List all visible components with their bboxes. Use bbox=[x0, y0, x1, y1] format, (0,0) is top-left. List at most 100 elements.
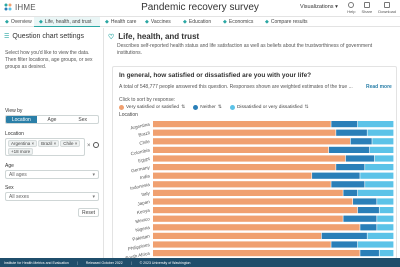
footer-org[interactable]: Institute for Health Metrics and Evaluat… bbox=[4, 261, 69, 265]
settings-help-text: Select how you'd like to view the data. … bbox=[5, 50, 93, 70]
bar-segment[interactable] bbox=[357, 121, 394, 128]
education-icon: ◆ bbox=[183, 19, 187, 25]
legend-item[interactable]: Neither ⇅ bbox=[193, 104, 222, 110]
settings-panel: ☰ Question chart settings Select how you… bbox=[0, 28, 104, 258]
visualizations-menu[interactable]: Visualizations ▾ bbox=[300, 4, 338, 10]
bar-segment[interactable] bbox=[153, 232, 322, 239]
tab-compare-results[interactable]: ◆ Compare results bbox=[260, 17, 318, 27]
tab-label: Overview bbox=[10, 19, 32, 25]
ihme-logo[interactable]: IHME bbox=[4, 3, 36, 12]
location-chip[interactable]: Argentina × bbox=[8, 140, 38, 147]
economics-icon: ◆ bbox=[223, 19, 227, 25]
bar-segment[interactable] bbox=[379, 207, 394, 214]
bar-segment[interactable] bbox=[365, 181, 394, 188]
bar-segment[interactable] bbox=[345, 155, 375, 162]
tab-life-health-and-trust[interactable]: ◆ Life, health, and trust bbox=[34, 17, 100, 27]
bar-segment[interactable] bbox=[374, 155, 394, 162]
bar-segment[interactable] bbox=[153, 224, 360, 231]
gear-icon[interactable] bbox=[93, 142, 99, 148]
location-chip[interactable]: Brazil × bbox=[38, 140, 60, 147]
legend-item[interactable]: Very satisfied or satisfied ⇅ bbox=[119, 104, 185, 110]
category-label: Germany bbox=[131, 165, 151, 174]
sex-select[interactable]: All sexes ▾ bbox=[5, 192, 99, 201]
bar-segment[interactable] bbox=[350, 138, 372, 145]
bar-segment[interactable] bbox=[367, 129, 394, 136]
bar-segment[interactable] bbox=[153, 121, 331, 128]
bar-segment[interactable] bbox=[153, 129, 336, 136]
bar-segment[interactable] bbox=[343, 189, 358, 196]
location-chip[interactable]: +18 more bbox=[8, 148, 34, 155]
bar-segment[interactable] bbox=[331, 181, 365, 188]
category-label: Argentina bbox=[130, 122, 151, 131]
bar-segment[interactable] bbox=[153, 189, 343, 196]
bar-segment[interactable] bbox=[153, 250, 360, 257]
sex-label: Sex bbox=[5, 185, 14, 191]
bar-segment[interactable] bbox=[353, 198, 377, 205]
share-button[interactable]: Share bbox=[362, 2, 372, 14]
age-select[interactable]: All ages ▾ bbox=[5, 170, 99, 179]
page-footer: Institute for Health Metrics and Evaluat… bbox=[0, 258, 400, 267]
sort-arrows-icon[interactable]: ⇅ bbox=[181, 104, 185, 110]
bar-segment[interactable] bbox=[372, 138, 394, 145]
sort-arrows-icon[interactable]: ⇅ bbox=[305, 104, 309, 110]
view-by-location[interactable]: Location bbox=[6, 116, 37, 123]
bar-segment[interactable] bbox=[377, 215, 394, 222]
help-button[interactable]: Help bbox=[347, 2, 356, 14]
bar-segment[interactable] bbox=[377, 198, 394, 205]
category-label: Mexico bbox=[135, 216, 151, 224]
bar-segment[interactable] bbox=[328, 146, 370, 153]
header-action-label: Download bbox=[378, 9, 396, 14]
location-select[interactable]: Argentina × Brazil × Chile × +18 more bbox=[5, 138, 85, 156]
tab-economics[interactable]: ◆ Economics bbox=[218, 17, 260, 27]
bar-segment[interactable] bbox=[312, 172, 360, 179]
bar-segment[interactable] bbox=[365, 164, 394, 171]
sex-select-value: All sexes bbox=[9, 193, 30, 200]
read-more-link[interactable]: Read more bbox=[366, 84, 392, 90]
tab-overview[interactable]: ◆ Overview bbox=[0, 17, 34, 27]
bar-segment[interactable] bbox=[153, 164, 336, 171]
chart-legend: Very satisfied or satisfied ⇅ Neither ⇅ Diss… bbox=[119, 104, 309, 110]
bar-segment[interactable] bbox=[153, 146, 329, 153]
download-button[interactable]: Download bbox=[378, 2, 396, 14]
bar-segment[interactable] bbox=[153, 172, 312, 179]
bar-segment[interactable] bbox=[153, 241, 331, 248]
bar-segment[interactable] bbox=[379, 250, 394, 257]
bar-segment[interactable] bbox=[336, 129, 367, 136]
bar-segment[interactable] bbox=[360, 172, 394, 179]
view-by-sex[interactable]: Sex bbox=[67, 116, 98, 123]
tab-label: Life, health, and trust bbox=[44, 18, 92, 25]
tab-education[interactable]: ◆ Education bbox=[178, 17, 218, 27]
clear-locations-icon[interactable]: × bbox=[87, 143, 91, 149]
bar-segment[interactable] bbox=[153, 215, 343, 222]
bar-segment[interactable] bbox=[357, 189, 394, 196]
bar-segment[interactable] bbox=[377, 224, 394, 231]
bar-segment[interactable] bbox=[153, 138, 351, 145]
bar-segment[interactable] bbox=[153, 207, 358, 214]
bar-segment[interactable] bbox=[367, 232, 394, 239]
bar-segment[interactable] bbox=[357, 241, 394, 248]
tab-vaccines[interactable]: ◆ Vaccines bbox=[140, 17, 178, 27]
category-label: Pakistan bbox=[132, 233, 151, 242]
download-icon bbox=[384, 2, 391, 8]
reset-button[interactable]: Reset bbox=[78, 208, 99, 217]
logo-text: IHME bbox=[15, 3, 36, 12]
bar-segment[interactable] bbox=[153, 181, 331, 188]
bar-segment[interactable] bbox=[369, 146, 394, 153]
bar-segment[interactable] bbox=[360, 250, 379, 257]
view-by-age[interactable]: Age bbox=[37, 116, 68, 123]
bar-segment[interactable] bbox=[153, 155, 346, 162]
sort-arrows-icon[interactable]: ⇅ bbox=[218, 104, 222, 110]
bar-segment[interactable] bbox=[343, 215, 377, 222]
bar-segment[interactable] bbox=[331, 241, 358, 248]
bar-segment[interactable] bbox=[357, 207, 379, 214]
category-label: Indonesia bbox=[130, 182, 151, 191]
bar-segment[interactable] bbox=[331, 121, 358, 128]
legend-item[interactable]: Dissatisfied or very dissatisfied ⇅ bbox=[229, 104, 309, 110]
bar-segment[interactable] bbox=[336, 164, 365, 171]
location-chip[interactable]: Chile × bbox=[60, 140, 81, 147]
tab-health-care[interactable]: ◆ Health care bbox=[100, 17, 140, 27]
bar-segment[interactable] bbox=[321, 232, 367, 239]
sliders-icon: ☰ bbox=[4, 34, 10, 40]
bar-segment[interactable] bbox=[153, 198, 353, 205]
bar-segment[interactable] bbox=[360, 224, 377, 231]
